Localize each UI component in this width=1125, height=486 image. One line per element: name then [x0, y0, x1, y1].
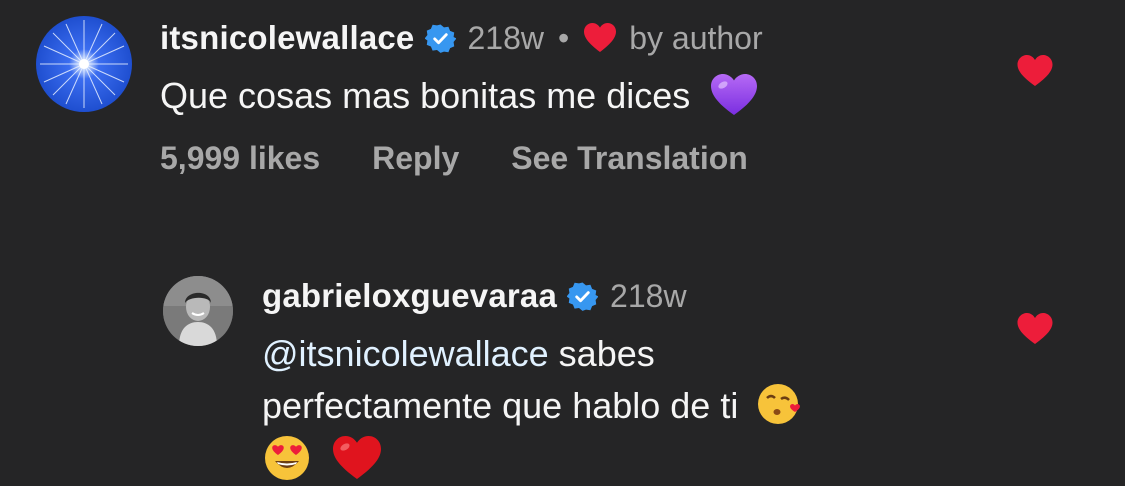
- separator-dot: •: [558, 19, 570, 56]
- purple-heart-icon: [711, 74, 758, 116]
- like-heart-icon[interactable]: [1016, 54, 1054, 88]
- avatar[interactable]: [163, 276, 233, 346]
- comment-body-line2: perfectamente que hablo de ti: [262, 385, 739, 426]
- timestamp: 218w: [610, 277, 687, 314]
- comment-body: Que cosas mas bonitas me dices: [160, 75, 691, 116]
- comment-text: @itsnicolewallace sabes perfectamente qu…: [262, 328, 962, 484]
- comment-header: itsnicolewallace 218w • by author: [160, 14, 763, 62]
- reply-button[interactable]: Reply: [372, 140, 459, 177]
- comment-body-line1: sabes: [548, 333, 655, 374]
- comment-text: Que cosas mas bonitas me dices: [160, 70, 758, 122]
- author-liked-heart-icon: [584, 23, 617, 52]
- red-heart-icon: [333, 436, 382, 480]
- timestamp: 218w: [467, 19, 545, 56]
- verified-badge-icon: [567, 282, 599, 311]
- like-heart-icon[interactable]: [1016, 312, 1054, 346]
- by-author-label: by author: [629, 19, 763, 56]
- avatar-starburst-image: [40, 20, 128, 108]
- mention-link[interactable]: @itsnicolewallace: [262, 333, 549, 374]
- username[interactable]: itsnicolewallace: [160, 19, 415, 57]
- username[interactable]: gabrieloxguevaraa: [262, 277, 557, 315]
- likes-count-link[interactable]: 5,999 likes: [160, 140, 320, 177]
- avatar[interactable]: [36, 16, 132, 112]
- see-translation-button[interactable]: See Translation: [511, 140, 748, 177]
- comment-header: gabrieloxguevaraa 218w: [262, 272, 687, 320]
- heart-eyes-face-icon: [265, 436, 309, 481]
- verified-badge-icon: [424, 24, 456, 53]
- avatar-portrait-image: [163, 276, 233, 346]
- kissing-heart-face-icon: [758, 384, 801, 425]
- comment-actions: 5,999 likes Reply See Translation: [160, 140, 748, 177]
